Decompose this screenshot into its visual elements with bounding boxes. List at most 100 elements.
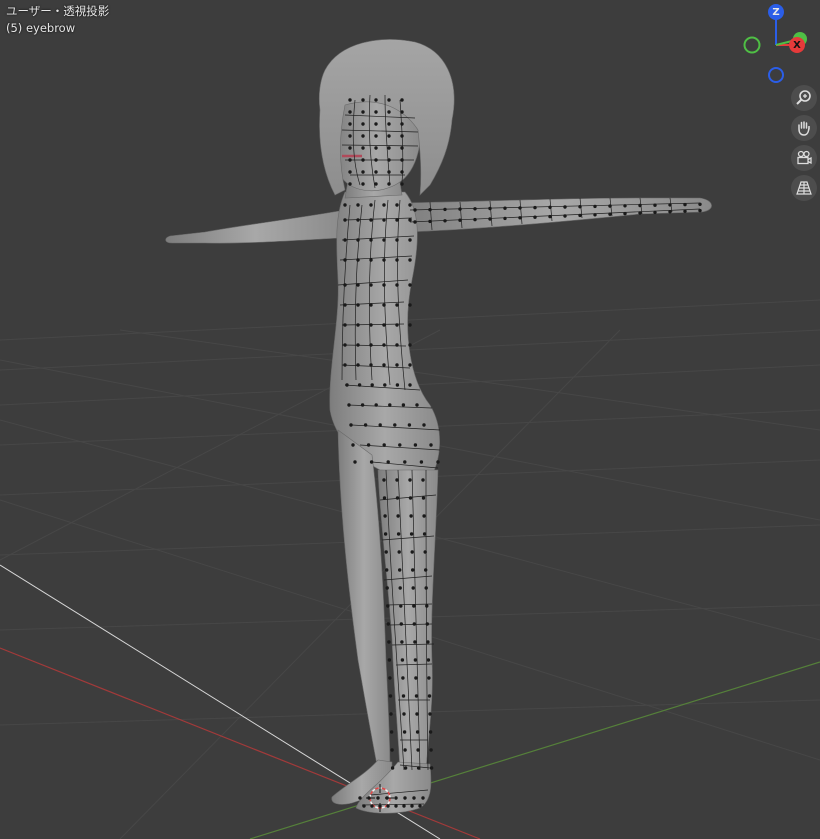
mesh-vertex[interactable]: [410, 804, 414, 808]
mesh-vertex[interactable]: [402, 712, 406, 716]
mesh-vertex[interactable]: [409, 532, 414, 536]
mesh-vertex[interactable]: [378, 804, 382, 808]
mesh-vertex[interactable]: [382, 258, 386, 262]
mesh-vertex[interactable]: [348, 182, 352, 186]
mesh-vertex[interactable]: [473, 207, 477, 211]
mesh-vertex[interactable]: [396, 514, 400, 518]
mesh-vertex[interactable]: [424, 586, 428, 590]
mesh-vertex[interactable]: [369, 363, 373, 367]
mesh-vertex[interactable]: [653, 210, 657, 215]
mesh-vertex[interactable]: [387, 98, 391, 102]
mesh-vertex[interactable]: [422, 532, 427, 536]
mesh-vertex[interactable]: [383, 383, 387, 387]
mesh-vertex[interactable]: [345, 383, 349, 387]
mesh-vertex[interactable]: [408, 218, 412, 222]
mesh-vertex[interactable]: [348, 170, 352, 174]
mesh-vertex[interactable]: [390, 766, 395, 770]
mesh-vertex[interactable]: [378, 423, 382, 427]
mesh-vertex[interactable]: [488, 206, 492, 211]
mesh-vertex[interactable]: [347, 403, 351, 407]
mesh-vertex[interactable]: [343, 363, 347, 367]
mesh-vertex[interactable]: [395, 303, 399, 307]
mesh-vertex[interactable]: [386, 804, 390, 808]
mesh-vertex[interactable]: [387, 170, 391, 174]
mesh-vertex[interactable]: [401, 694, 406, 698]
mesh-vertex[interactable]: [410, 550, 414, 554]
mesh-vertex[interactable]: [421, 496, 426, 500]
mesh-vertex[interactable]: [369, 218, 373, 222]
mesh-vertex[interactable]: [428, 712, 432, 716]
mesh-vertex[interactable]: [413, 443, 418, 447]
mesh-vertex[interactable]: [408, 363, 412, 367]
mesh-vertex[interactable]: [429, 748, 433, 752]
mesh-vertex[interactable]: [360, 403, 365, 407]
mesh-vertex[interactable]: [623, 204, 627, 208]
mesh-vertex[interactable]: [638, 211, 642, 215]
mesh-vertex[interactable]: [361, 134, 365, 138]
mesh-vertex[interactable]: [503, 216, 507, 221]
mesh-vertex[interactable]: [395, 218, 399, 222]
mesh-vertex[interactable]: [608, 204, 612, 208]
mesh-vertex[interactable]: [362, 804, 366, 808]
mesh-vertex[interactable]: [458, 218, 462, 222]
mesh-vertex[interactable]: [385, 586, 389, 590]
mesh-vertex[interactable]: [563, 205, 567, 209]
mesh-vertex[interactable]: [386, 622, 390, 626]
mesh-vertex[interactable]: [382, 443, 386, 447]
mesh-vertex[interactable]: [356, 303, 360, 307]
mesh-vertex[interactable]: [399, 622, 403, 626]
mesh-vertex[interactable]: [428, 730, 433, 734]
mesh-vertex[interactable]: [623, 211, 627, 216]
mesh-vertex[interactable]: [436, 460, 440, 464]
mesh-vertex[interactable]: [398, 443, 402, 447]
mesh-vertex[interactable]: [361, 146, 365, 150]
mesh-vertex[interactable]: [400, 182, 404, 186]
mesh-vertex[interactable]: [353, 460, 357, 464]
mesh-vertex[interactable]: [683, 202, 687, 207]
mesh-vertex[interactable]: [683, 209, 687, 213]
mesh-vertex[interactable]: [343, 283, 347, 287]
mesh-vertex[interactable]: [578, 213, 582, 218]
mesh-vertex[interactable]: [358, 796, 362, 800]
mesh-vertex[interactable]: [400, 122, 404, 126]
mesh-vertex[interactable]: [385, 568, 389, 572]
mesh-vertex[interactable]: [395, 203, 399, 207]
mesh-vertex[interactable]: [374, 134, 378, 138]
mesh-vertex[interactable]: [356, 323, 360, 327]
mesh-vertex[interactable]: [396, 532, 401, 536]
mesh-vertex[interactable]: [401, 403, 406, 407]
mesh-vertex[interactable]: [668, 210, 672, 214]
mesh-vertex[interactable]: [399, 604, 403, 608]
mesh-vertex[interactable]: [369, 343, 373, 347]
mesh-vertex[interactable]: [427, 676, 431, 680]
mesh-vertex[interactable]: [387, 182, 391, 186]
mesh-vertex[interactable]: [382, 363, 386, 367]
mesh-vertex[interactable]: [414, 676, 418, 680]
mesh-vertex[interactable]: [425, 622, 429, 626]
mesh-vertex[interactable]: [412, 796, 416, 800]
mesh-vertex[interactable]: [343, 218, 347, 222]
mesh-vertex[interactable]: [343, 238, 347, 242]
mesh-vertex[interactable]: [361, 98, 365, 102]
mesh-vertex[interactable]: [393, 423, 397, 427]
mesh-vertex[interactable]: [361, 170, 365, 174]
mesh-vertex[interactable]: [382, 218, 386, 222]
mesh-vertex[interactable]: [387, 658, 392, 662]
mesh-vertex[interactable]: [593, 213, 597, 217]
mesh-vertex[interactable]: [394, 796, 398, 800]
mesh-vertex[interactable]: [395, 478, 399, 482]
mesh-vertex[interactable]: [343, 343, 347, 347]
mesh-vertex[interactable]: [409, 514, 413, 518]
mesh-vertex[interactable]: [429, 443, 433, 447]
mesh-vertex[interactable]: [428, 208, 432, 212]
mesh-vertex[interactable]: [369, 460, 374, 464]
mesh-vertex[interactable]: [578, 205, 582, 209]
mesh-vertex[interactable]: [518, 206, 522, 210]
mesh-vertex[interactable]: [403, 796, 407, 800]
mesh-vertex[interactable]: [443, 219, 447, 223]
mesh-vertex[interactable]: [385, 796, 389, 800]
mesh-vertex[interactable]: [412, 622, 416, 626]
mesh-vertex[interactable]: [458, 207, 462, 211]
mesh-vertex[interactable]: [343, 203, 347, 207]
mesh-vertex[interactable]: [533, 215, 537, 219]
